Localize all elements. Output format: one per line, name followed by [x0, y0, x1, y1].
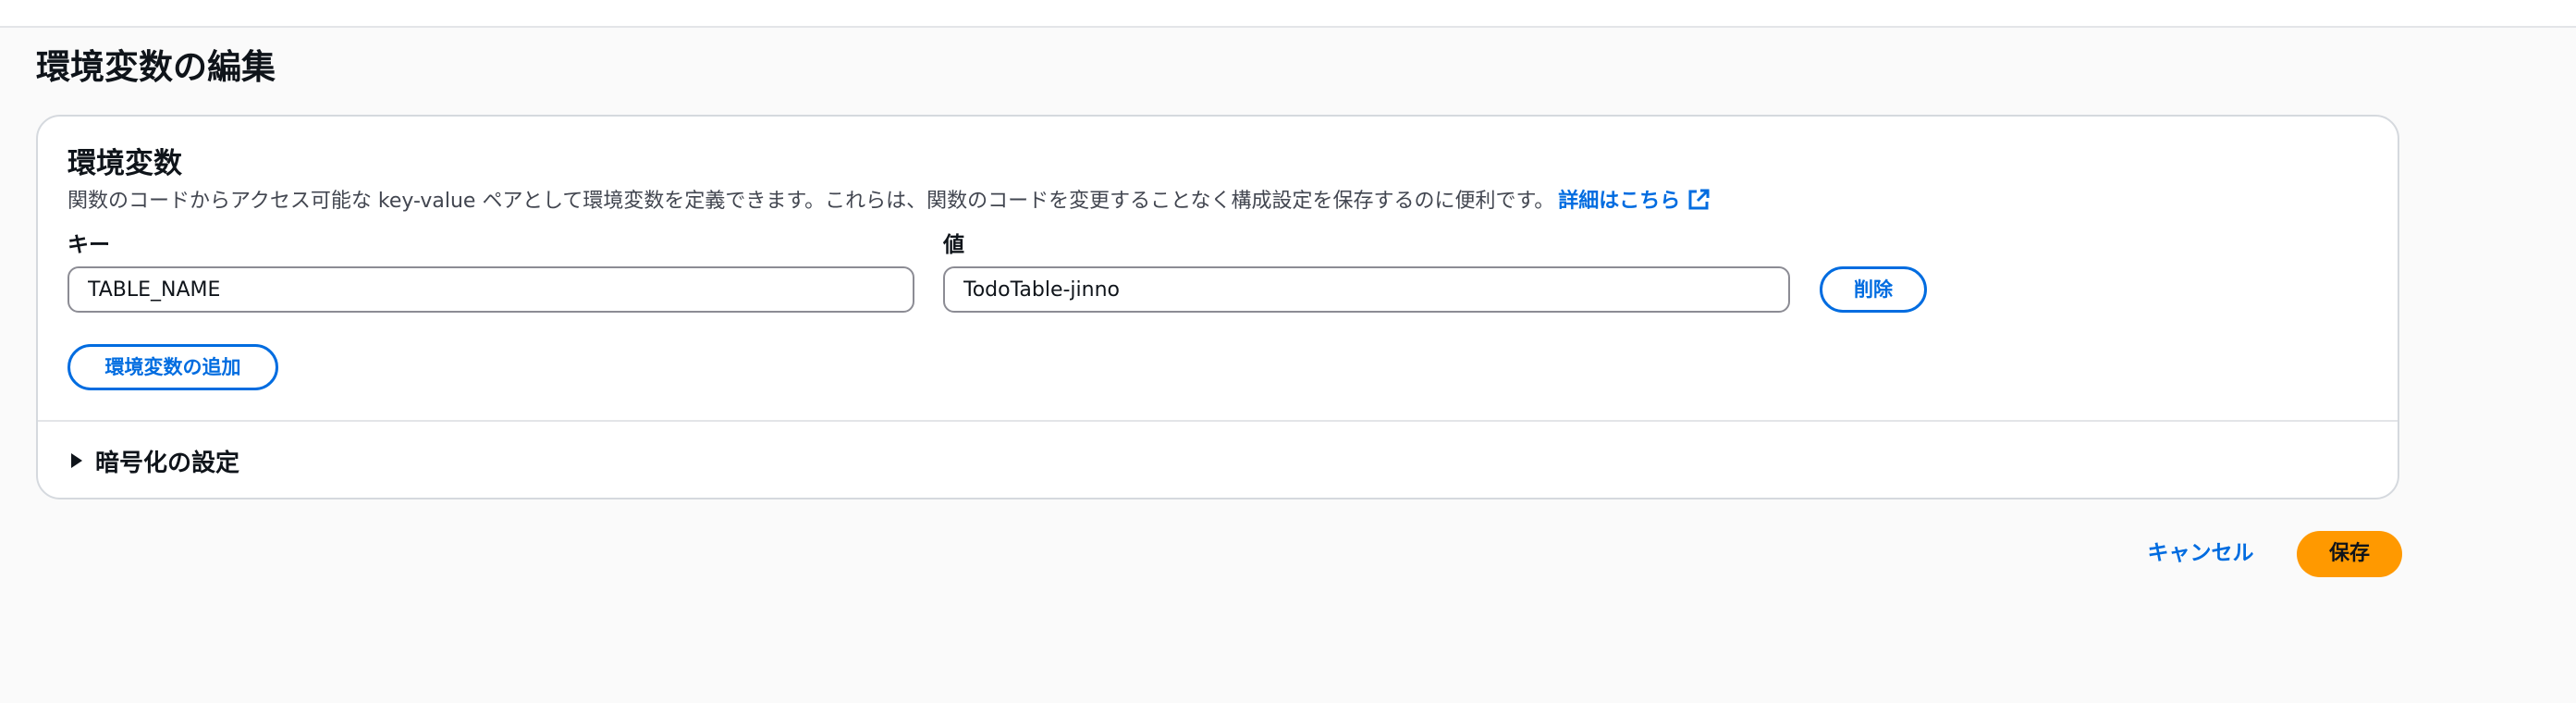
value-column-label: 値: [943, 233, 964, 257]
env-key-input[interactable]: [67, 266, 914, 313]
top-bar-divider: [0, 0, 2576, 28]
panel-title: 環境変数: [67, 147, 182, 180]
encryption-settings-expander[interactable]: 暗号化の設定: [67, 440, 239, 481]
panel-section-divider: [38, 420, 2398, 422]
environment-variables-panel: 環境変数 関数のコードからアクセス可能な key-value ペアとして環境変数…: [36, 115, 2399, 500]
panel-description: 関数のコードからアクセス可能な key-value ペアとして環境変数を定義でき…: [67, 183, 1710, 220]
external-link-icon: [1687, 187, 1710, 210]
caret-right-icon: [71, 453, 82, 468]
page-title: 環境変数の編集: [36, 47, 276, 87]
encryption-settings-label: 暗号化の設定: [95, 449, 240, 477]
cancel-button[interactable]: キャンセル: [2136, 535, 2265, 572]
save-button[interactable]: 保存: [2297, 531, 2402, 577]
key-column-label: キー: [67, 233, 110, 257]
env-value-input[interactable]: [943, 266, 1790, 313]
remove-variable-button[interactable]: 削除: [1820, 266, 1927, 313]
learn-more-link[interactable]: 詳細はこちら: [1558, 187, 1710, 213]
add-environment-variable-button[interactable]: 環境変数の追加: [67, 344, 278, 390]
learn-more-label: 詳細はこちら: [1558, 190, 1681, 213]
panel-description-text: 関数のコードからアクセス可能な key-value ペアとして環境変数を定義でき…: [67, 190, 1555, 213]
